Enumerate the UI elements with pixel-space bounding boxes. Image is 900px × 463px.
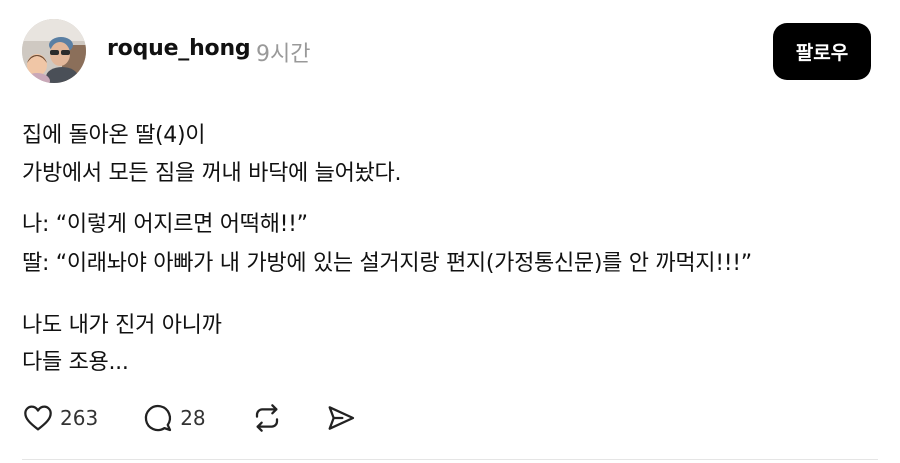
- thread-post: roque_hong 9시간 팔로우 집에 돌아온 딸(4)이 가방에서 모든 …: [0, 0, 900, 463]
- post-body-line: 딸: “이래놔야 아빠가 내 가방에 있는 설거지랑 편지(가정통신문)를 안 …: [22, 251, 752, 276]
- share-button[interactable]: [325, 402, 357, 434]
- repost-button[interactable]: [251, 402, 283, 434]
- post-body-line: 나도 내가 진거 아니까: [22, 313, 222, 338]
- repost-icon: [255, 404, 278, 432]
- post-timestamp: 9시간: [256, 42, 311, 67]
- send-icon: [328, 406, 354, 430]
- like-button[interactable]: 263: [22, 402, 98, 434]
- avatar[interactable]: [22, 19, 86, 83]
- comment-count: 28: [180, 406, 206, 430]
- post-body-line: 집에 돌아온 딸(4)이: [22, 123, 206, 148]
- follow-button[interactable]: 팔로우: [773, 23, 871, 80]
- author-username[interactable]: roque_hong: [107, 36, 251, 61]
- post-body-line: 나: “이렇게 어지르면 어떡해!!”: [22, 212, 308, 237]
- post-body-line: 다들 조용...: [22, 350, 129, 375]
- like-count: 263: [60, 406, 99, 430]
- profile-photo-icon: [22, 19, 86, 83]
- comment-button[interactable]: 28: [142, 402, 206, 434]
- post-actions: 263 28: [22, 398, 357, 438]
- heart-icon: [24, 405, 52, 431]
- comment-icon: [144, 404, 172, 432]
- post-body-line: 가방에서 모든 짐을 꺼내 바닥에 늘어놨다.: [22, 161, 402, 186]
- post-divider: [22, 459, 878, 460]
